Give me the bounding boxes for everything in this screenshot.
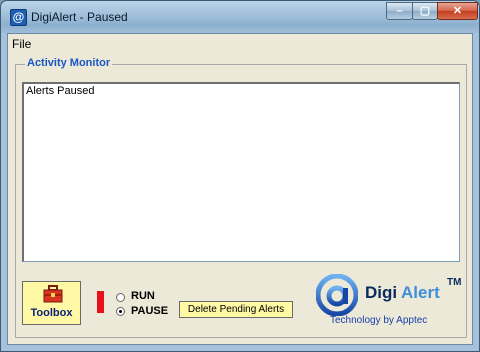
toolbox-icon bbox=[43, 285, 63, 303]
close-icon: ✕ bbox=[452, 5, 463, 17]
minimize-icon: – bbox=[396, 5, 403, 17]
menu-bar: File bbox=[8, 34, 472, 53]
app-icon[interactable]: @ bbox=[10, 9, 27, 26]
logo-digi: Digi bbox=[365, 283, 398, 302]
pause-label[interactable]: PAUSE bbox=[131, 305, 168, 317]
toolbox-button[interactable]: Toolbox bbox=[22, 281, 81, 325]
menu-file[interactable]: File bbox=[12, 37, 31, 51]
pause-radio[interactable] bbox=[116, 307, 125, 316]
close-button[interactable]: ✕ bbox=[437, 2, 478, 20]
status-indicator bbox=[97, 291, 104, 313]
digialert-logo-icon bbox=[316, 274, 358, 316]
run-label[interactable]: RUN bbox=[131, 290, 155, 302]
run-radio[interactable] bbox=[116, 293, 125, 302]
logo-alert: Alert bbox=[401, 283, 440, 302]
window-title: DigiAlert - Paused bbox=[31, 10, 128, 24]
logo-tm: TM bbox=[447, 277, 462, 288]
group-label: Activity Monitor bbox=[25, 57, 113, 69]
client-area: File Activity Monitor Alerts Paused Tool… bbox=[7, 33, 473, 345]
delete-pending-alerts-button[interactable]: Delete Pending Alerts bbox=[179, 301, 293, 318]
activity-monitor-group: Activity Monitor Alerts Paused Toolbox R… bbox=[15, 57, 467, 338]
maximize-button[interactable]: ▢ bbox=[412, 2, 438, 20]
maximize-icon: ▢ bbox=[419, 5, 431, 17]
logo-tagline: Technology by Apptec bbox=[330, 315, 428, 326]
radio-selected-dot bbox=[119, 310, 122, 313]
app-window: @ DigiAlert - Paused – ▢ ✕ File Activity… bbox=[0, 0, 480, 352]
log-text: Alerts Paused bbox=[26, 85, 95, 97]
activity-log[interactable]: Alerts Paused bbox=[22, 82, 460, 262]
title-bar[interactable]: @ DigiAlert - Paused – ▢ ✕ bbox=[1, 1, 479, 33]
toolbox-label: Toolbox bbox=[30, 307, 73, 319]
minimize-button[interactable]: – bbox=[386, 2, 413, 20]
